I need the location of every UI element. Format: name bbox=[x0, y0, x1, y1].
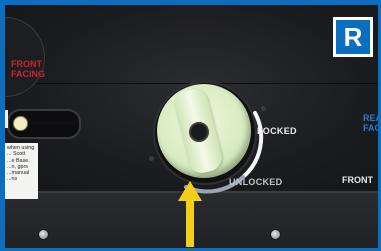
knob-center-screw bbox=[189, 122, 209, 142]
rear-badge: R bbox=[333, 17, 373, 57]
latch-pin[interactable] bbox=[13, 116, 28, 131]
front-label-truncated: FRONT bbox=[342, 175, 373, 185]
up-arrow-icon bbox=[178, 181, 202, 247]
white-strip bbox=[5, 110, 8, 128]
indicator-dot bbox=[149, 156, 154, 161]
unlocked-label: UNLOCKED bbox=[229, 177, 283, 187]
indicator-dot bbox=[261, 106, 266, 111]
instruction-sticker: when using ... Scott ...e Base. ...n, gp… bbox=[5, 143, 38, 199]
locked-label: LOCKED bbox=[257, 126, 297, 136]
sticker-line: ...ns bbox=[7, 176, 18, 183]
latch-bar bbox=[24, 121, 76, 125]
car-seat-base-panel: FRONT FACING when using ... Scott ...e B… bbox=[5, 5, 378, 248]
rear-facing-label: REAR FACING bbox=[363, 113, 378, 133]
screw-icon bbox=[38, 229, 49, 240]
photo-frame: FRONT FACING when using ... Scott ...e B… bbox=[0, 0, 381, 251]
front-facing-label: FRONT FACING bbox=[11, 59, 46, 79]
screw-icon bbox=[270, 229, 281, 240]
